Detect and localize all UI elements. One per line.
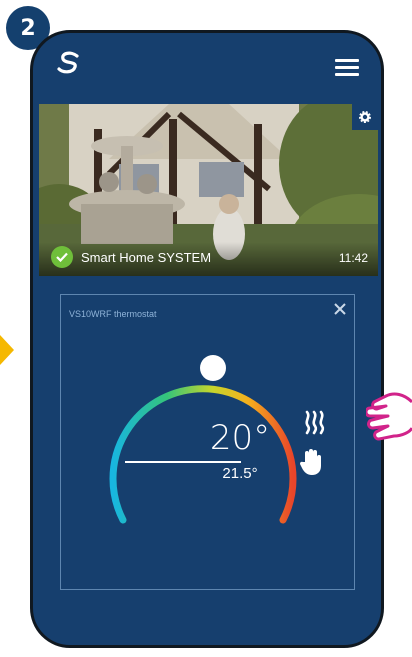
gear-icon (359, 111, 371, 123)
current-temperature: 21.5° (222, 465, 258, 482)
gauge-knob (200, 355, 226, 381)
scene-time: 11:42 (338, 251, 368, 265)
thermostat-card[interactable]: VS10WRF thermostat 20° 21.5° (60, 294, 355, 590)
scene-settings-button[interactable] (352, 104, 378, 130)
phone-frame: Smart Home SYSTEM 11:42 VS10WRF thermost… (30, 30, 384, 648)
temperature-divider (125, 461, 241, 463)
scene-photo[interactable]: Smart Home SYSTEM 11:42 (39, 104, 378, 276)
hamburger-menu-icon[interactable] (335, 59, 359, 80)
scene-title: Smart Home SYSTEM (81, 250, 212, 265)
heating-icon (305, 410, 325, 435)
salus-logo-icon[interactable] (55, 51, 83, 75)
arrow-hint-icon (0, 335, 14, 365)
scene-footer: Smart Home SYSTEM 11:42 (39, 242, 378, 276)
manual-mode-hand-icon[interactable] (299, 448, 323, 476)
setpoint-temperature: 20° (209, 418, 271, 458)
connected-check-icon (51, 246, 73, 268)
pointing-hand-icon (366, 392, 412, 441)
app-topbar (33, 33, 381, 97)
